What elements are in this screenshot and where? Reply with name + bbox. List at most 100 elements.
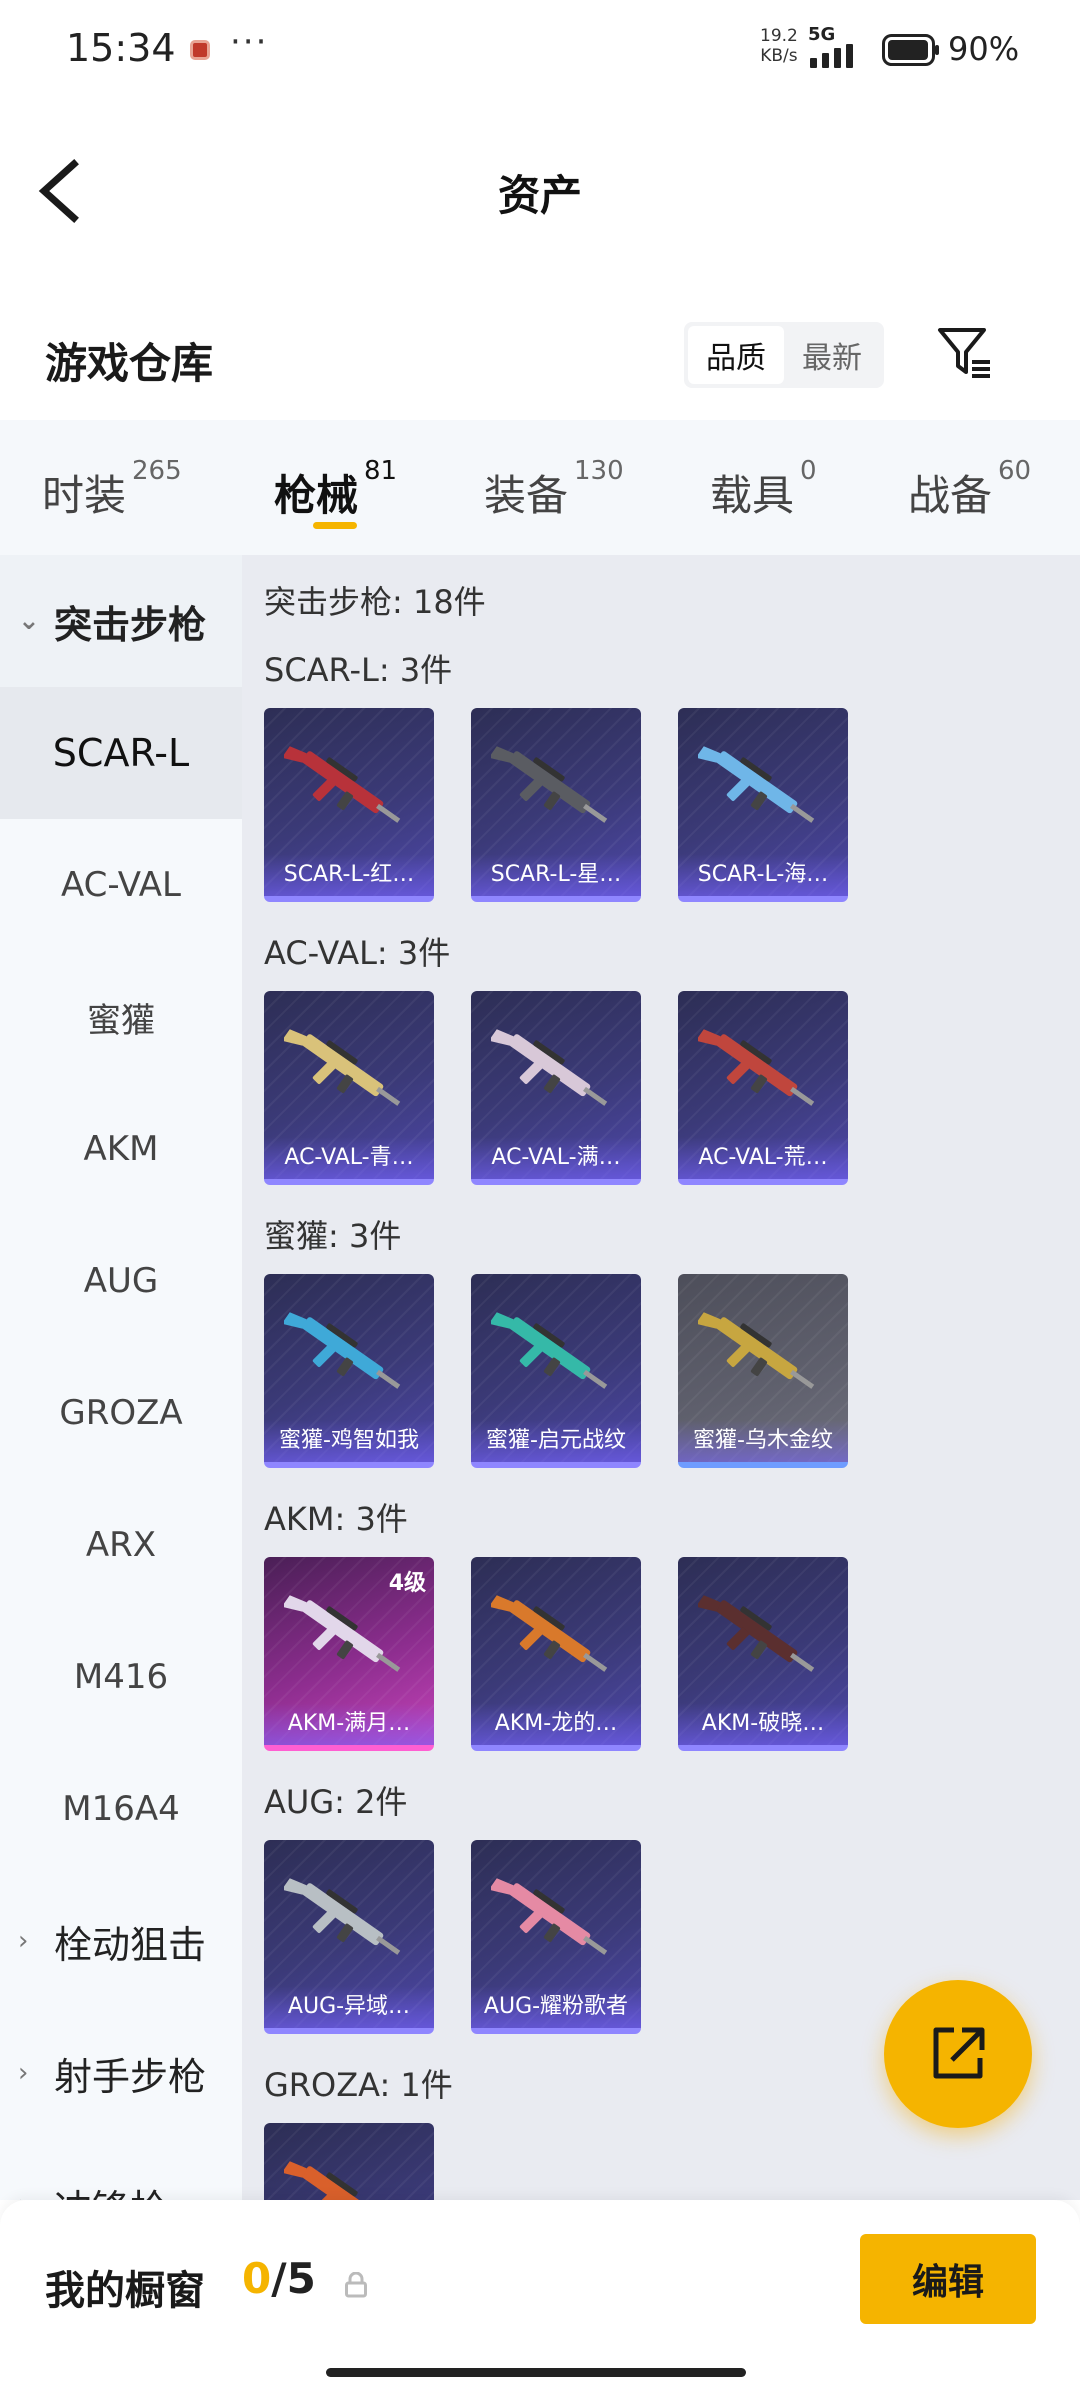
level-badge: 4级 xyxy=(388,1571,426,1596)
tab-supplies[interactable]: 战备 60 xyxy=(908,456,1031,523)
sort-option-newest[interactable]: 最新 xyxy=(784,326,880,384)
network-type: 5G xyxy=(808,24,836,45)
battery-percent: 90% xyxy=(948,30,1020,68)
weapon-skin-name: 蜜獾-鸡智如我 xyxy=(264,1420,434,1462)
chevron-right-icon: › xyxy=(18,2190,44,2200)
weapon-skin-name: AUG-异域… xyxy=(264,1986,434,2028)
group-title: 蜜獾: 3件 xyxy=(264,1217,402,1255)
status-bar: 15:34 ··· 19.2 KB/s 5G 90% xyxy=(0,0,1080,100)
warehouse-title: 游戏仓库 xyxy=(45,339,214,388)
rifle-icon xyxy=(698,1595,815,1672)
category-summary: 突击步枪: 18件 xyxy=(264,583,486,621)
rifle-icon xyxy=(284,1595,401,1672)
sidebar-item-honey-badger[interactable]: 蜜獾 xyxy=(0,951,242,1083)
signal-icon xyxy=(810,44,853,68)
tab-outfits[interactable]: 时装 265 xyxy=(42,456,182,523)
sidebar-category-assault-rifles[interactable]: ⌄ 突击步枪 xyxy=(0,555,242,687)
sort-option-quality[interactable]: 品质 xyxy=(688,326,784,384)
share-button[interactable] xyxy=(884,1980,1032,2128)
group-title: AKM: 3件 xyxy=(264,1500,408,1538)
weapon-skin-card[interactable]: AC-VAL-青… xyxy=(264,991,434,1185)
sidebar-item-aug[interactable]: AUG xyxy=(0,1215,242,1347)
group-title: SCAR-L: 3件 xyxy=(264,651,453,689)
weapon-skin-card[interactable] xyxy=(264,2123,434,2200)
tab-weapons[interactable]: 枪械 81 xyxy=(274,456,397,523)
rifle-icon xyxy=(698,1312,815,1389)
weapon-skin-card[interactable]: AC-VAL-荒… xyxy=(678,991,848,1185)
status-time: 15:34 xyxy=(66,26,176,70)
chevron-right-icon: › xyxy=(18,1926,29,1956)
weapon-skin-card[interactable]: AUG-耀粉歌者 xyxy=(471,1840,641,2034)
weapon-skin-card[interactable]: 蜜獾-乌木金纹 xyxy=(678,1274,848,1468)
weapon-skin-card[interactable]: 蜜獾-启元战纹 xyxy=(471,1274,641,1468)
weapon-skin-name: AC-VAL-荒… xyxy=(678,1137,848,1179)
sidebar-category-bolt-sniper[interactable]: › 栓动狙击 xyxy=(0,1875,242,2007)
edit-button[interactable]: 编辑 xyxy=(860,2234,1036,2324)
weapon-skin-name: SCAR-L-星… xyxy=(471,854,641,896)
rifle-icon xyxy=(284,1878,401,1955)
weapon-skin-card[interactable]: 4级 AKM-满月… xyxy=(264,1557,434,1751)
network-speed: 19.2 KB/s xyxy=(760,26,798,66)
showcase-count: 0/5 xyxy=(242,2254,316,2303)
weapon-skin-card[interactable]: AUG-异域… xyxy=(264,1840,434,2034)
weapon-skin-card[interactable]: AC-VAL-满… xyxy=(471,991,641,1185)
weapon-skin-name: AUG-耀粉歌者 xyxy=(471,1986,641,2028)
weapon-skin-name: AKM-破晓… xyxy=(678,1703,848,1745)
notification-app-icon xyxy=(190,40,210,60)
weapon-skin-card[interactable]: 蜜獾-鸡智如我 xyxy=(264,1274,434,1468)
weapon-skin-card[interactable]: AKM-龙的… xyxy=(471,1557,641,1751)
sidebar-category-marksman-rifles[interactable]: › 射手步枪 xyxy=(0,2007,242,2139)
sidebar-item-arx[interactable]: ARX xyxy=(0,1479,242,1611)
rifle-icon xyxy=(491,746,608,823)
weapon-skin-card[interactable]: SCAR-L-红… xyxy=(264,708,434,902)
rifle-icon xyxy=(491,1029,608,1106)
rifle-icon xyxy=(491,1312,608,1389)
weapon-skin-name: AKM-满月… xyxy=(264,1703,434,1745)
group-title: AC-VAL: 3件 xyxy=(264,934,451,972)
sidebar-item-akm[interactable]: AKM xyxy=(0,1083,242,1215)
page-header: 资产 xyxy=(0,120,1080,260)
rifle-icon xyxy=(284,2161,384,2200)
group-title: AUG: 2件 xyxy=(264,1783,408,1821)
weapon-skin-name: AKM-龙的… xyxy=(471,1703,641,1745)
chevron-right-icon: › xyxy=(18,2058,29,2088)
share-icon xyxy=(933,2027,985,2079)
weapon-skin-card[interactable]: AKM-破晓… xyxy=(678,1557,848,1751)
filter-icon[interactable] xyxy=(934,322,994,382)
category-tabs: 时装 265 枪械 81 装备 130 载具 0 战备 60 xyxy=(0,420,1080,555)
sidebar-item-groza[interactable]: GROZA xyxy=(0,1347,242,1479)
weapon-skin-name: SCAR-L-红… xyxy=(264,854,434,896)
weapon-skin-card[interactable]: SCAR-L-海… xyxy=(678,708,848,902)
weapon-skin-name: SCAR-L-海… xyxy=(678,854,848,896)
weapon-skin-name: 蜜獾-启元战纹 xyxy=(471,1420,641,1462)
sidebar-item-ac-val[interactable]: AC-VAL xyxy=(0,819,242,951)
weapon-skin-card[interactable]: SCAR-L-星… xyxy=(471,708,641,902)
weapon-category-sidebar: ⌄ 突击步枪 SCAR-L AC-VAL 蜜獾 AKM AUG GROZA AR… xyxy=(0,555,242,2200)
rifle-icon xyxy=(284,1312,401,1389)
group-title: GROZA: 1件 xyxy=(264,2066,453,2104)
more-notifications-icon: ··· xyxy=(230,22,269,62)
battery-icon xyxy=(882,34,939,66)
rifle-icon xyxy=(698,746,815,823)
lock-icon xyxy=(345,2272,367,2298)
weapon-grid: 突击步枪: 18件 SCAR-L: 3件 SCAR-L-红… SCAR-L-星… SC… xyxy=(242,555,1080,2200)
active-tab-indicator xyxy=(313,522,357,529)
weapon-skin-name: AC-VAL-满… xyxy=(471,1137,641,1179)
sidebar-item-m16a4[interactable]: M16A4 xyxy=(0,1743,242,1875)
sidebar-category-smg[interactable]: › 冲锋枪 xyxy=(0,2139,242,2201)
sidebar-item-scar-l[interactable]: SCAR-L xyxy=(0,687,242,819)
rifle-icon xyxy=(284,746,401,823)
rifle-icon xyxy=(284,1029,401,1106)
showcase-label: 我的橱窗 xyxy=(45,2268,205,2314)
weapon-skin-name: AC-VAL-青… xyxy=(264,1137,434,1179)
rifle-icon xyxy=(698,1029,815,1106)
page-title: 资产 xyxy=(497,171,582,220)
chevron-down-icon: ⌄ xyxy=(18,606,40,636)
weapon-skin-name: 蜜獾-乌木金纹 xyxy=(678,1420,848,1462)
home-indicator xyxy=(326,2368,746,2377)
sidebar-item-m416[interactable]: M416 xyxy=(0,1611,242,1743)
tab-equipment[interactable]: 装备 130 xyxy=(484,456,624,523)
tab-vehicles[interactable]: 载具 0 xyxy=(710,456,817,523)
rifle-icon xyxy=(491,1595,608,1672)
rifle-icon xyxy=(491,1878,608,1955)
